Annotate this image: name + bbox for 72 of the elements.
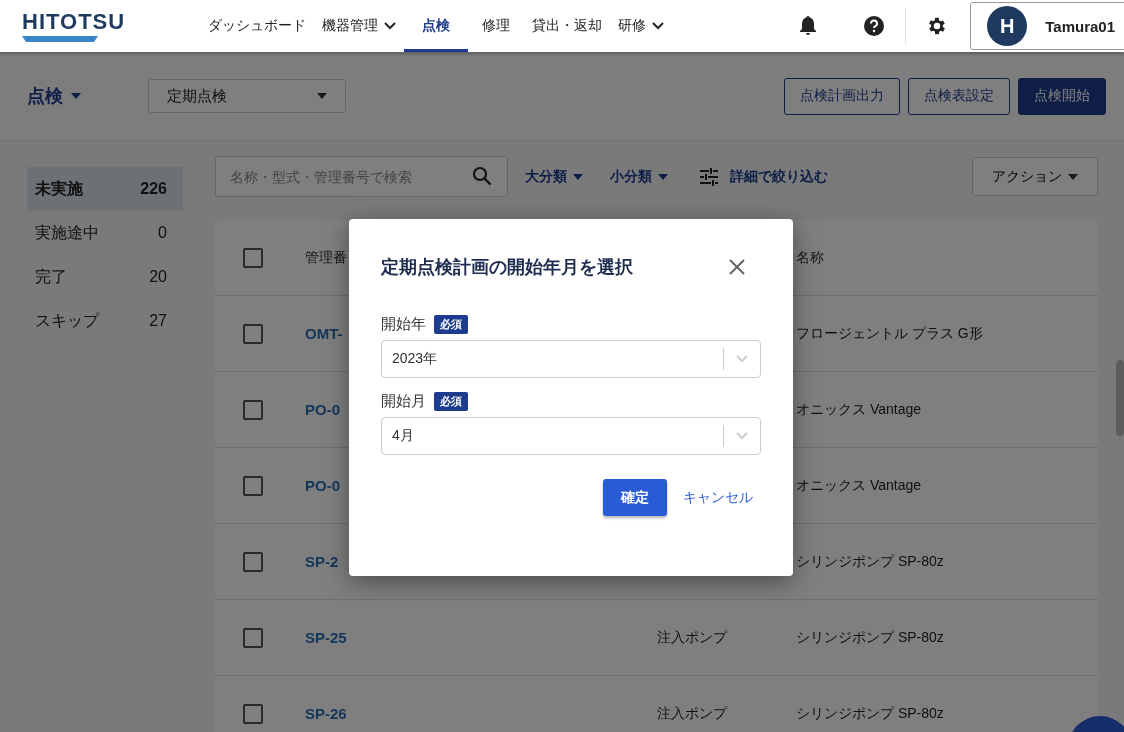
select-field[interactable]: 4月 <box>381 417 761 455</box>
caret-icon <box>658 173 668 180</box>
field-label: 開始年 <box>381 315 426 334</box>
nav-tab[interactable]: 貸出・返却 <box>524 0 610 52</box>
close-icon[interactable] <box>729 259 745 275</box>
nav-tab[interactable]: 修理 <box>468 0 524 52</box>
chevron-down-icon <box>652 22 664 30</box>
status-count: 27 <box>149 312 167 330</box>
table-cell-text: フロージェントル プラス G形 <box>796 324 984 343</box>
table-cell-text: シリンジポンプ SP-80z <box>796 552 945 571</box>
table-cell-text: シリンジポンプ SP-80z <box>796 704 945 723</box>
nav-tab[interactable]: 研修 <box>610 0 672 52</box>
detail-filter-button[interactable]: 詳細で絞り込む <box>700 167 828 186</box>
page-title-dropdown[interactable]: 点検 <box>27 84 132 108</box>
checkbox[interactable] <box>243 627 263 648</box>
confirm-button[interactable]: 確定 <box>603 479 667 516</box>
status-label: 未実施 <box>35 178 83 199</box>
table-cell: 注入ポンプ <box>657 628 727 645</box>
status-filter-item[interactable]: スキップ 27 <box>27 299 183 343</box>
help-icon[interactable] <box>863 15 886 37</box>
caret-icon <box>317 93 327 99</box>
caret-icon <box>71 93 81 99</box>
status-filter-item[interactable]: 実施途中 0 <box>27 211 183 255</box>
table-cell: 注入ポンプ <box>657 704 727 721</box>
checkbox[interactable] <box>243 475 263 496</box>
checkbox[interactable] <box>243 551 263 572</box>
status-label: 実施途中 <box>35 222 99 243</box>
required-badge: 必須 <box>434 392 468 411</box>
nav-tab[interactable]: ダッシュボード <box>200 0 314 52</box>
status-count: 226 <box>140 180 167 198</box>
status-label: スキップ <box>35 310 99 331</box>
status-count: 20 <box>149 268 167 286</box>
scrollbar-thumb[interactable] <box>1116 360 1124 436</box>
search-icon <box>472 166 492 186</box>
status-filter-item[interactable]: 未実施 226 <box>27 167 183 211</box>
user-menu-button[interactable]: H Tamura01 <box>970 2 1124 50</box>
action-dropdown[interactable]: アクション <box>972 157 1098 196</box>
filter-dropdown[interactable]: 大分類 <box>525 167 583 186</box>
table-cell-text: オニックス Vantage <box>796 400 922 419</box>
logo[interactable]: HITOTSU <box>0 10 200 42</box>
header-button[interactable]: 点検表設定 <box>908 77 1010 115</box>
caret-icon <box>573 173 583 180</box>
checkbox[interactable] <box>243 247 263 268</box>
filter-dropdown[interactable]: 小分類 <box>610 167 668 186</box>
table-cell-text: オニックス Vantage <box>796 476 922 495</box>
chevron-down-icon <box>736 432 748 440</box>
header-button[interactable]: 点検開始 <box>1018 77 1106 115</box>
header-button[interactable]: 点検計画出力 <box>784 77 900 115</box>
select-field[interactable]: 2023年 <box>381 340 761 378</box>
id-link[interactable]: SP-26 <box>305 705 657 722</box>
nav-tab[interactable]: 機器管理 <box>314 0 404 52</box>
checkbox[interactable] <box>243 323 263 344</box>
checkbox[interactable] <box>243 399 263 420</box>
column-header: 名称 <box>796 248 824 267</box>
column-header: 管理番 <box>305 248 347 267</box>
checkbox[interactable] <box>243 703 263 724</box>
required-badge: 必須 <box>434 315 468 334</box>
table-cell-text: シリンジポンプ SP-80z <box>796 628 945 647</box>
status-filter-item[interactable]: 完了 20 <box>27 255 183 299</box>
field-label: 開始月 <box>381 392 426 411</box>
bell-icon[interactable] <box>799 16 818 36</box>
chevron-down-icon <box>384 22 396 30</box>
status-count: 0 <box>158 224 167 242</box>
cancel-link[interactable]: キャンセル <box>683 488 753 507</box>
status-label: 完了 <box>35 266 67 287</box>
avatar: H <box>987 6 1028 46</box>
caret-icon <box>1068 173 1078 180</box>
dialog-title: 定期点検計画の開始年月を選択 <box>381 256 633 279</box>
sliders-icon <box>700 167 718 186</box>
type-select[interactable]: 定期点検 <box>148 79 346 113</box>
id-link[interactable]: SP-25 <box>305 629 657 646</box>
chevron-down-icon <box>736 355 748 363</box>
